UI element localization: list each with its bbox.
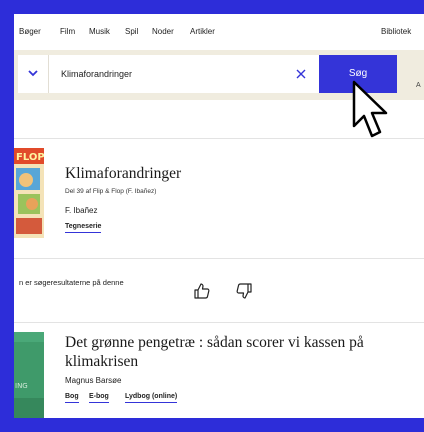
result-series[interactable]: Del 39 af Flip & Flop (F. Ibañez) [65, 188, 156, 195]
feedback-question: n er søgeresultaterne på denne [19, 278, 124, 287]
mouse-pointer-icon [352, 80, 388, 138]
result-cover-image[interactable]: ING [14, 332, 44, 418]
search-type-dropdown[interactable] [18, 55, 49, 93]
nav-link-sheet-music[interactable]: Noder [152, 27, 174, 36]
result-title[interactable]: Klimaforandringer [65, 164, 405, 183]
thumbs-up-icon[interactable] [194, 283, 210, 299]
results-area: FLOP Klimaforandringer Del 39 af Flip & … [14, 100, 424, 418]
result-type-tag[interactable]: E-bog [89, 393, 109, 403]
nav-link-books[interactable]: Bøger [19, 27, 41, 36]
result-type-tag[interactable]: Lydbog (online) [125, 393, 178, 403]
thumbs-down-icon[interactable] [236, 283, 252, 299]
svg-text:ING: ING [15, 382, 28, 390]
divider [14, 322, 424, 323]
result-type-tag[interactable]: Tegneserie [65, 223, 102, 233]
svg-text:FLOP: FLOP [16, 152, 44, 163]
search-input[interactable]: Klimaforandringer [49, 55, 319, 93]
nav-link-library[interactable]: Bibliotek [381, 27, 411, 36]
nav-link-games[interactable]: Spil [125, 27, 138, 36]
result-cover-image[interactable]: FLOP [14, 148, 44, 238]
result-title[interactable]: Det grønne pengetræ : sådan scorer vi ka… [65, 333, 405, 371]
nav-link-film[interactable]: Film [60, 27, 75, 36]
result-author[interactable]: F. Ibañez [65, 206, 97, 215]
chevron-down-icon [28, 70, 38, 77]
nav-link-articles[interactable]: Artikler [190, 27, 215, 36]
divider [14, 258, 424, 259]
close-icon[interactable] [296, 69, 306, 79]
result-type-tag[interactable]: Bog [65, 393, 79, 403]
result-author[interactable]: Magnus Barsøe [65, 376, 121, 385]
app-window: Bøger Film Musik Spil Noder Artikler Bib… [14, 14, 424, 418]
nav-link-music[interactable]: Musik [89, 27, 110, 36]
top-navigation: Bøger Film Musik Spil Noder Artikler Bib… [14, 14, 424, 50]
advanced-search-link[interactable]: A [416, 82, 421, 89]
